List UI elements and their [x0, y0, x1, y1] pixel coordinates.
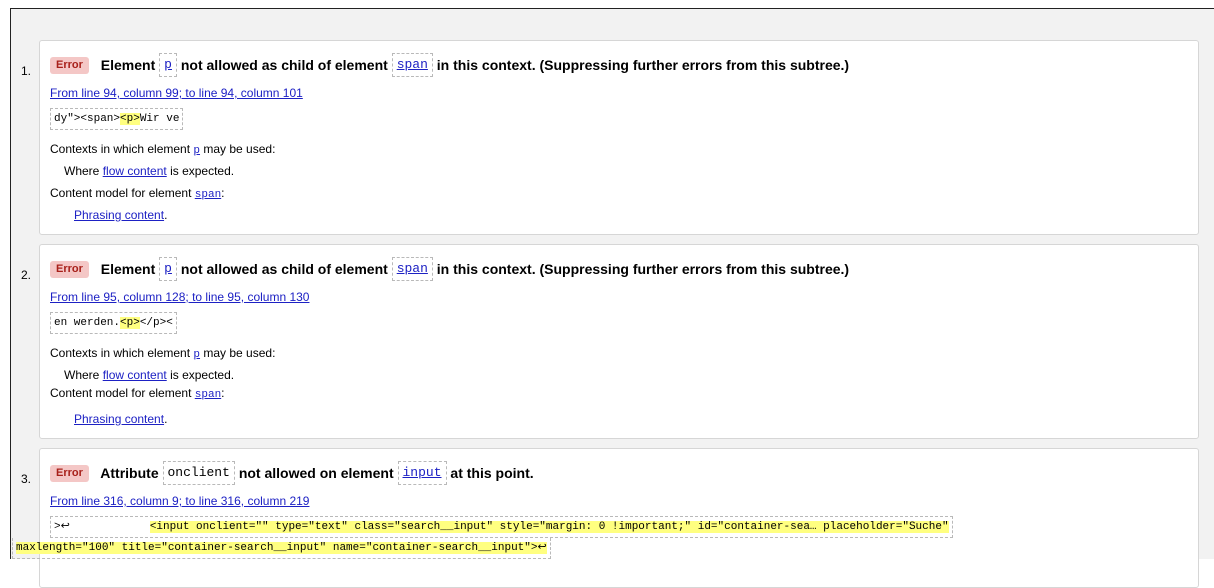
where-text: Where [64, 164, 100, 178]
error-badge: Error [50, 260, 89, 278]
element-code-link[interactable]: input [397, 461, 447, 486]
contexts-text: Contexts in which element [50, 346, 191, 360]
content-model-line: Content model for element span: [50, 186, 225, 201]
phrasing-end: . [164, 412, 168, 426]
title-text: not allowed as child of element [180, 261, 388, 277]
extract-text: </p>< [139, 317, 173, 329]
title-text: not allowed as child of element [180, 57, 388, 73]
title-text: Attribute [100, 465, 159, 481]
error-badge: Error [50, 464, 89, 482]
title-text: at this point. [450, 465, 534, 481]
content-model-text: Content model for element [50, 386, 192, 400]
phrasing-end: . [164, 208, 168, 222]
source-extract: en werden.<p></p>< [50, 312, 177, 334]
contexts-line: Contexts in which element p may be used: [50, 346, 275, 361]
contexts-text: may be used: [203, 346, 276, 360]
error-message-2: 2. Error Element p not allowed as child … [21, 244, 1199, 439]
phrasing-line: Phrasing content. [74, 208, 167, 222]
source-extract: dy"><span><p>Wir ve [50, 108, 184, 130]
results-panel: 1. Error Element p not allowed as child … [10, 8, 1214, 588]
title-text: in this context. (Suppressing further er… [436, 261, 850, 277]
message-number: 1. [21, 64, 32, 78]
message-number: 3. [21, 472, 32, 486]
extract-highlight: <input onclient="" type="text" class="se… [149, 521, 949, 533]
extract-text: dy"><span> [54, 113, 121, 125]
content-model-line: Content model for element span: [50, 386, 225, 401]
contexts-text: Contexts in which element [50, 142, 191, 156]
content-model-text: : [221, 186, 225, 200]
element-link[interactable]: span [195, 389, 221, 401]
element-code-link[interactable]: p [159, 53, 177, 78]
where-text: is expected. [170, 368, 235, 382]
location-link[interactable]: From line 316, column 9; to line 316, co… [50, 494, 309, 508]
error-message-3: 3. Error Attribute onclient not allowed … [12, 448, 1199, 588]
title-text: in this context. (Suppressing further er… [436, 57, 850, 73]
error-badge: Error [50, 56, 89, 74]
location-link[interactable]: From line 94, column 99; to line 94, col… [50, 86, 303, 100]
flow-content-link[interactable]: flow content [103, 164, 167, 178]
where-text: is expected. [170, 164, 235, 178]
message-title: Error Element p not allowed as child of … [50, 256, 849, 282]
phrasing-content-link[interactable]: Phrasing content [74, 412, 164, 426]
extract-text: Wir ve [139, 113, 180, 125]
error-message-1: 1. Error Element p not allowed as child … [21, 40, 1199, 235]
extract-text: en werden. [54, 317, 121, 329]
where-text: Where [64, 368, 100, 382]
source-extract: >↩ <input onclient="" type="text" class="… [50, 516, 953, 538]
where-line: Where flow content is expected. [64, 368, 234, 382]
element-link[interactable]: p [193, 349, 200, 361]
flow-content-link[interactable]: flow content [103, 368, 167, 382]
contexts-line: Contexts in which element p may be used: [50, 142, 275, 157]
contexts-text: may be used: [203, 142, 276, 156]
message-title: Error Attribute onclient not allowed on … [50, 460, 534, 486]
phrasing-content-link[interactable]: Phrasing content [74, 208, 164, 222]
phrasing-line: Phrasing content. [74, 412, 167, 426]
content-model-text: : [221, 386, 225, 400]
element-code-link[interactable]: span [391, 257, 433, 282]
where-line: Where flow content is expected. [64, 164, 234, 178]
extract-highlight: <p> [120, 113, 140, 125]
extract-highlight: <p> [120, 317, 140, 329]
element-code-link[interactable]: p [159, 257, 177, 282]
title-text: not allowed on element [238, 465, 394, 481]
attribute-code: onclient [162, 461, 235, 486]
title-text: Element [100, 261, 156, 277]
location-link[interactable]: From line 95, column 128; to line 95, co… [50, 290, 309, 304]
element-link[interactable]: p [193, 145, 200, 157]
extract-text: >↩ [54, 521, 70, 533]
content-model-text: Content model for element [50, 186, 192, 200]
element-code-link[interactable]: span [391, 53, 433, 78]
message-title: Error Element p not allowed as child of … [50, 52, 849, 78]
source-extract-line-2: maxlength="100" title="container-search_… [12, 538, 551, 559]
extract-highlight: maxlength="100" title="container-search_… [16, 542, 547, 554]
element-link[interactable]: span [195, 189, 221, 201]
title-text: Element [100, 57, 156, 73]
message-number: 2. [21, 268, 32, 282]
